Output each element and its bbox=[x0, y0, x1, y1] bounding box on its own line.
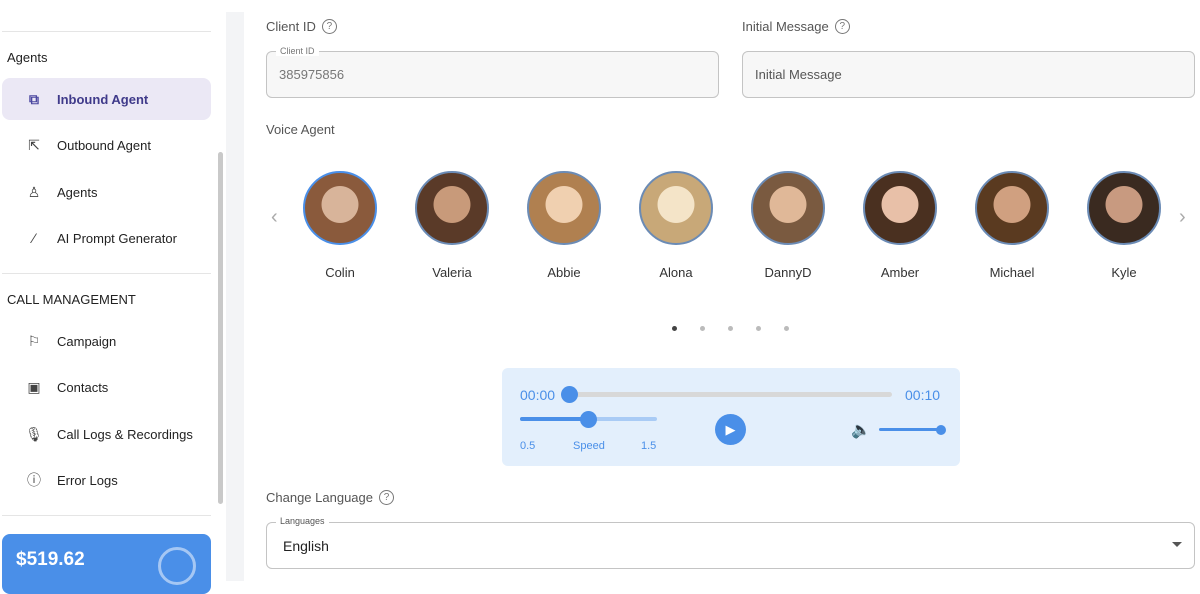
speed-min: 0.5 bbox=[520, 440, 536, 452]
microphone-icon: 🎙 bbox=[25, 425, 43, 442]
sidebar-item-label: Error Logs bbox=[57, 472, 118, 488]
contacts-icon: ▣ bbox=[27, 378, 41, 395]
help-icon[interactable]: ? bbox=[834, 19, 850, 34]
voice-agent-colin[interactable]: Colin bbox=[295, 171, 385, 280]
volume-icon[interactable]: 🔈 bbox=[851, 420, 871, 440]
flag-icon: ⚐ bbox=[27, 332, 41, 349]
carousel-dot[interactable] bbox=[784, 326, 789, 331]
divider bbox=[2, 273, 211, 274]
volume-track[interactable] bbox=[879, 428, 942, 431]
section-agents: Agents bbox=[7, 50, 48, 65]
sidebar-item-inbound-agent[interactable]: ⧉ Inbound Agent bbox=[2, 78, 211, 120]
carousel-dot[interactable] bbox=[672, 326, 677, 331]
agent-name: Amber bbox=[880, 265, 920, 280]
sidebar-item-label: AI Prompt Generator bbox=[57, 230, 177, 246]
sidebar-item-label: Contacts bbox=[57, 379, 109, 395]
client-id-value: 385975856 bbox=[279, 67, 345, 82]
agent-avatar bbox=[751, 171, 825, 245]
sidebar-item-label: Campaign bbox=[57, 333, 117, 349]
divider bbox=[2, 515, 211, 516]
sidebar-item-label: Outbound Agent bbox=[57, 137, 151, 153]
sidebar-item-error-logs[interactable]: ⓘ Error Logs bbox=[2, 459, 211, 501]
help-icon[interactable]: ? bbox=[321, 19, 337, 34]
agent-name: Valeria bbox=[432, 265, 472, 280]
agent-name: Michael bbox=[989, 265, 1035, 280]
languages-legend: Languages bbox=[276, 516, 329, 526]
chevron-down-icon bbox=[1172, 542, 1182, 547]
voice-agent-michael[interactable]: Michael bbox=[967, 171, 1057, 280]
carousel-dot[interactable] bbox=[700, 326, 705, 331]
initial-message-label: Initial Message? bbox=[742, 19, 850, 34]
agent-name: DannyD bbox=[764, 265, 812, 280]
client-id-input[interactable]: Client ID 385975856 bbox=[266, 46, 719, 98]
sidebar-item-ai-prompt-generator[interactable]: ⁄ AI Prompt Generator bbox=[2, 217, 211, 259]
play-button[interactable]: ▶ bbox=[715, 414, 746, 445]
agent-name: Alona bbox=[659, 265, 693, 280]
current-time: 00:00 bbox=[520, 387, 556, 403]
agent-avatar bbox=[1087, 171, 1161, 245]
voice-agent-valeria[interactable]: Valeria bbox=[407, 171, 497, 280]
gutter bbox=[226, 12, 244, 581]
magic-wand-icon: ⁄ bbox=[32, 230, 36, 246]
sidebar-item-label: Agents bbox=[57, 184, 98, 200]
sidebar-item-label: Call Logs & Recordings bbox=[57, 426, 193, 442]
voice-agent-kyle[interactable]: Kyle bbox=[1079, 171, 1169, 280]
sidebar-item-campaign[interactable]: ⚐ Campaign bbox=[2, 320, 211, 362]
volume-knob[interactable] bbox=[936, 425, 946, 435]
carousel-next-icon[interactable]: › bbox=[1179, 206, 1186, 229]
help-icon[interactable]: ? bbox=[379, 490, 394, 505]
language-value: English bbox=[283, 537, 329, 554]
agent-avatar bbox=[303, 171, 377, 245]
agent-avatar bbox=[527, 171, 601, 245]
user-icon: ♙ bbox=[27, 183, 41, 200]
initial-message-input[interactable]: Initial Message bbox=[742, 51, 1195, 98]
sidebar: Agents ⧉ Inbound Agent ⇱ Outbound Agent ♙ A… bbox=[0, 0, 226, 594]
voice-agent-amber[interactable]: Amber bbox=[855, 171, 945, 280]
client-id-legend: Client ID bbox=[276, 46, 319, 56]
carousel-dots bbox=[672, 326, 789, 331]
agent-name: Kyle bbox=[1111, 265, 1137, 280]
divider bbox=[2, 31, 211, 32]
voice-agent-alona[interactable]: Alona bbox=[631, 171, 721, 280]
speed-max: 1.5 bbox=[641, 440, 657, 452]
speed-knob[interactable] bbox=[580, 411, 597, 428]
language-select[interactable]: Languages English bbox=[266, 516, 1195, 569]
section-call-management: CALL MANAGEMENT bbox=[7, 292, 136, 307]
agent-avatar bbox=[975, 171, 1049, 245]
carousel-dot[interactable] bbox=[728, 326, 733, 331]
account-avatar-icon bbox=[158, 547, 196, 585]
sidebar-item-agents[interactable]: ♙ Agents bbox=[2, 171, 211, 213]
agent-name: Abbie bbox=[547, 265, 581, 280]
agent-avatar bbox=[863, 171, 937, 245]
sidebar-scrollbar[interactable] bbox=[218, 152, 223, 504]
carousel-dot[interactable] bbox=[756, 326, 761, 331]
change-language-label: Change Language? bbox=[266, 490, 394, 505]
speed-fill bbox=[520, 417, 589, 421]
audio-player: 00:00 00:10 0.5 Speed 1.5 ▶ 🔈 bbox=[502, 368, 960, 466]
agent-avatar bbox=[415, 171, 489, 245]
voice-agent-dannyd[interactable]: DannyD bbox=[743, 171, 833, 280]
agent-avatar bbox=[639, 171, 713, 245]
sidebar-item-outbound-agent[interactable]: ⇱ Outbound Agent bbox=[2, 124, 211, 166]
agent-name: Colin bbox=[325, 265, 355, 280]
carousel-prev-icon[interactable]: ‹ bbox=[271, 206, 278, 229]
sidebar-item-label: Inbound Agent bbox=[57, 91, 149, 107]
client-id-label: Client ID? bbox=[266, 19, 337, 34]
outbound-icon: ⇱ bbox=[28, 136, 40, 153]
inbound-icon: ⧉ bbox=[29, 90, 39, 107]
speed-label: Speed bbox=[573, 440, 605, 452]
balance-amount: $519.62 bbox=[16, 549, 85, 570]
voice-agent-abbie[interactable]: Abbie bbox=[519, 171, 609, 280]
initial-message-placeholder: Initial Message bbox=[755, 67, 842, 82]
progress-knob[interactable] bbox=[561, 386, 578, 403]
sidebar-item-contacts[interactable]: ▣ Contacts bbox=[2, 366, 211, 408]
voice-agent-label: Voice Agent bbox=[266, 122, 335, 137]
error-icon: ⓘ bbox=[27, 472, 41, 488]
progress-track[interactable] bbox=[570, 392, 892, 397]
sidebar-item-call-logs[interactable]: 🎙 Call Logs & Recordings bbox=[2, 413, 211, 455]
duration: 00:10 bbox=[905, 387, 941, 403]
balance-card[interactable]: $519.62 bbox=[2, 534, 211, 594]
